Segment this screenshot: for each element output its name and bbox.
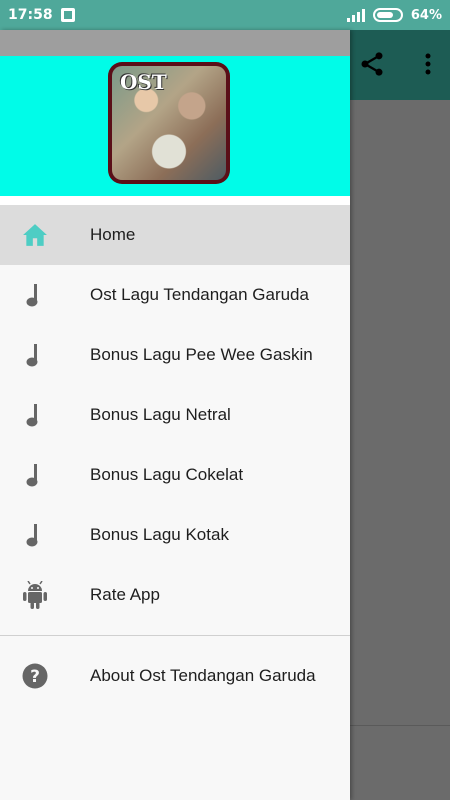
menu-item-label: Rate App xyxy=(90,585,160,604)
drawer-menu: Home Ost Lagu Tendangan Garuda Bonus Lag… xyxy=(0,205,350,625)
status-time: 17:58 xyxy=(8,7,53,23)
home-icon xyxy=(22,222,48,248)
more-options-icon[interactable] xyxy=(424,52,432,81)
menu-item-rate-app[interactable]: Rate App xyxy=(0,565,350,625)
menu-item-label: Bonus Lagu Netral xyxy=(90,405,231,424)
music-note-icon xyxy=(22,462,48,488)
notification-icon xyxy=(60,8,75,22)
battery-level: 64% xyxy=(410,7,442,23)
drawer-footer-menu: ? About Ost Tendangan Garuda xyxy=(0,646,350,706)
battery-icon xyxy=(372,8,403,22)
menu-item-label: Bonus Lagu Pee Wee Gaskin xyxy=(90,345,313,364)
android-icon xyxy=(22,581,48,609)
music-note-icon xyxy=(22,522,48,548)
status-bar: 17:58 64% xyxy=(0,0,450,30)
menu-item-about[interactable]: ? About Ost Tendangan Garuda xyxy=(0,646,350,706)
header-app-image: OST xyxy=(108,62,230,184)
signal-icon xyxy=(346,8,365,22)
menu-item-kotak[interactable]: Bonus Lagu Kotak xyxy=(0,505,350,565)
drawer-header: OST xyxy=(0,56,350,196)
menu-item-pee-wee-gaskin[interactable]: Bonus Lagu Pee Wee Gaskin xyxy=(0,325,350,385)
menu-item-cokelat[interactable]: Bonus Lagu Cokelat xyxy=(0,445,350,505)
menu-item-ost-lagu[interactable]: Ost Lagu Tendangan Garuda xyxy=(0,265,350,325)
menu-item-label: Ost Lagu Tendangan Garuda xyxy=(90,285,309,304)
svg-text:?: ? xyxy=(30,667,40,687)
menu-item-label: Home xyxy=(90,225,136,244)
drawer-top-strip xyxy=(0,30,350,56)
status-right: 64% xyxy=(346,7,442,23)
menu-item-label: Bonus Lagu Cokelat xyxy=(90,465,244,484)
menu-divider xyxy=(0,635,350,636)
share-icon[interactable] xyxy=(358,50,386,83)
music-note-icon xyxy=(22,282,48,308)
background-divider xyxy=(350,725,450,726)
music-note-icon xyxy=(22,402,48,428)
header-logo-text: OST xyxy=(120,70,167,94)
help-icon: ? xyxy=(22,663,48,689)
menu-item-home[interactable]: Home xyxy=(0,205,350,265)
navigation-drawer: OST Home Ost Lagu Tendangan Garuda Bonus… xyxy=(0,30,350,800)
menu-item-label: Bonus Lagu Kotak xyxy=(90,525,229,544)
menu-item-label: About Ost Tendangan Garuda xyxy=(90,666,316,685)
menu-item-netral[interactable]: Bonus Lagu Netral xyxy=(0,385,350,445)
music-note-icon xyxy=(22,342,48,368)
